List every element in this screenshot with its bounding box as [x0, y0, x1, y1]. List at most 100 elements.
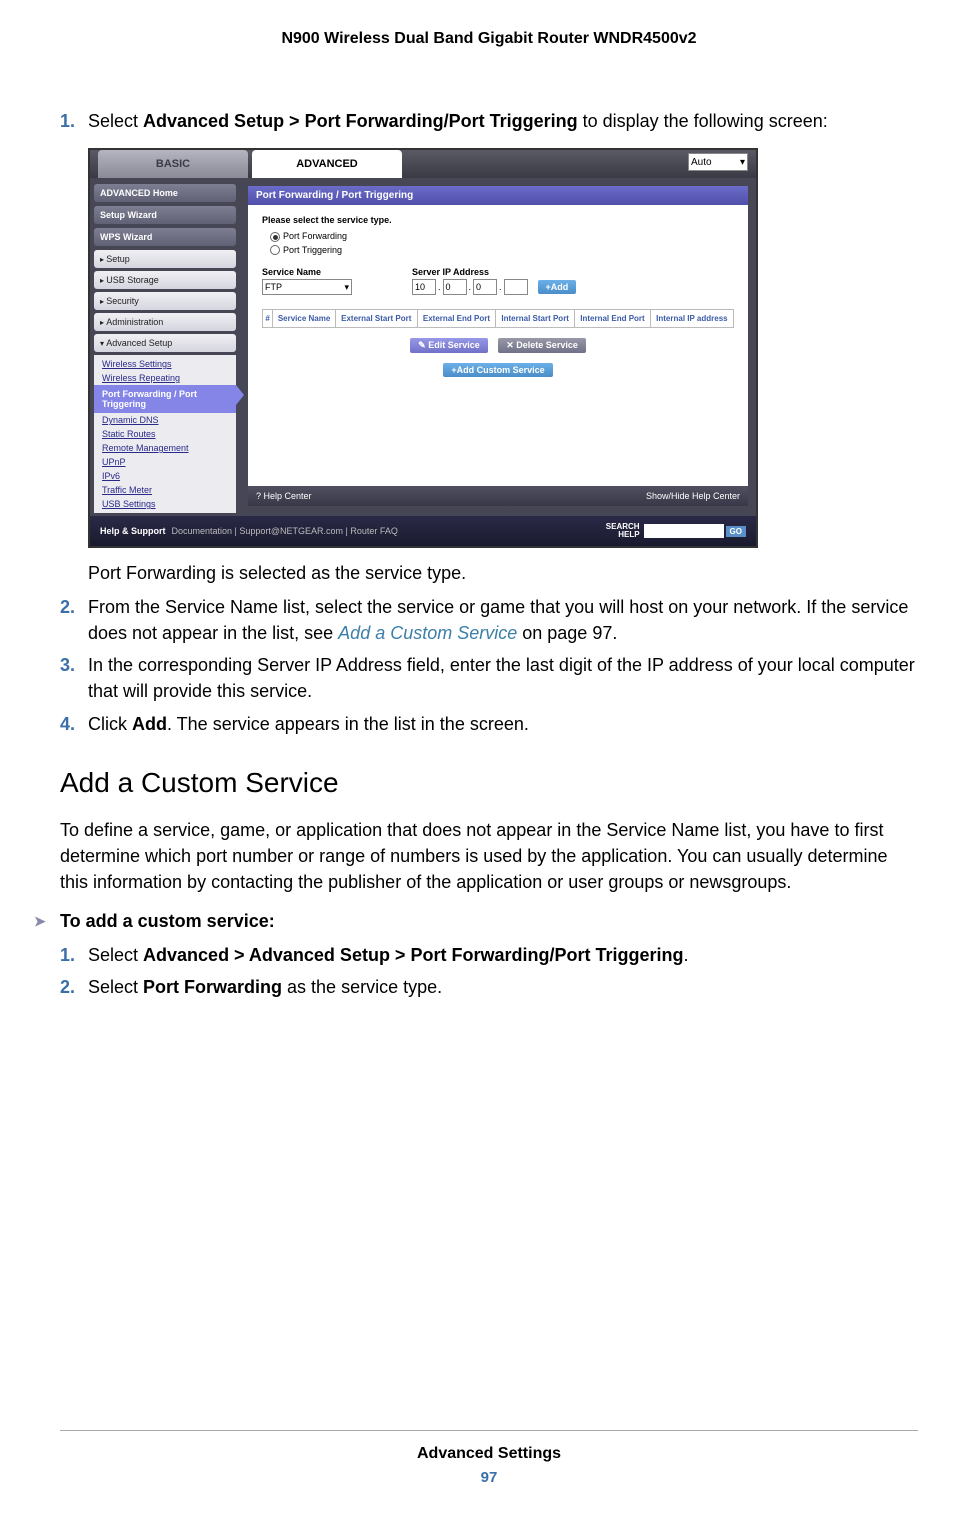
radio-icon [270, 245, 280, 255]
sidebar: ADVANCED Home Setup Wizard WPS Wizard Se… [90, 178, 240, 546]
section-step-1-pre: Select [88, 945, 143, 965]
sidebar-setup[interactable]: Setup [94, 250, 236, 268]
sub-wireless-repeating[interactable]: Wireless Repeating [94, 371, 236, 385]
footer-links[interactable]: Documentation | Support@NETGEAR.com | Ro… [172, 526, 398, 536]
ip-octet-2[interactable]: 0 [443, 279, 467, 295]
chevron-down-icon: ▾ [344, 282, 349, 293]
sidebar-home[interactable]: ADVANCED Home [94, 184, 236, 202]
service-name-label: Service Name [262, 267, 352, 277]
select-value: FTP [265, 282, 282, 292]
col-num: # [263, 310, 273, 328]
sidebar-sublist: Wireless Settings Wireless Repeating Por… [94, 355, 236, 513]
radio-port-triggering[interactable]: Port Triggering [270, 245, 734, 256]
sub-dynamic-dns[interactable]: Dynamic DNS [94, 413, 236, 427]
sidebar-adv-setup[interactable]: Advanced Setup [94, 334, 236, 352]
panel-title: Port Forwarding / Port Triggering [248, 186, 748, 205]
section-intro: To define a service, game, or applicatio… [60, 817, 918, 895]
section-step-2-bold: Port Forwarding [143, 977, 282, 997]
sub-upnp[interactable]: UPnP [94, 455, 236, 469]
router-footer: Help & Support Documentation | Support@N… [90, 516, 756, 546]
running-header: N900 Wireless Dual Band Gigabit Router W… [0, 0, 978, 48]
step-num-1: 1. [60, 108, 75, 134]
ip-octet-1[interactable]: 10 [412, 279, 436, 295]
sidebar-security[interactable]: Security [94, 292, 236, 310]
section-step-1: 1. Select Advanced > Advanced Setup > Po… [88, 942, 918, 968]
col-int-start: Internal Start Port [496, 310, 575, 328]
step-3-text: In the corresponding Server IP Address f… [88, 655, 915, 701]
sidebar-usb[interactable]: USB Storage [94, 271, 236, 289]
sidebar-wps-wizard[interactable]: WPS Wizard [94, 228, 236, 246]
sub-usb-settings[interactable]: USB Settings [94, 497, 236, 511]
col-service-name: Service Name [273, 310, 336, 328]
sub-static-routes[interactable]: Static Routes [94, 427, 236, 441]
task-label: To add a custom service: [60, 911, 275, 931]
chevron-icon: ➤ [34, 913, 46, 930]
sub-ipv6[interactable]: IPv6 [94, 469, 236, 483]
tab-advanced[interactable]: ADVANCED [252, 150, 402, 178]
delete-service-button[interactable]: ✕ Delete Service [498, 338, 586, 353]
step-3: 3. In the corresponding Server IP Addres… [88, 652, 918, 704]
go-button[interactable]: GO [726, 526, 746, 537]
step-num-3: 3. [60, 652, 75, 678]
section-step-num-1: 1. [60, 942, 75, 968]
router-screenshot: BASIC ADVANCED Auto▾ ADVANCED Home Setup… [88, 148, 918, 548]
add-custom-button[interactable]: +Add Custom Service [443, 363, 552, 377]
section-heading: Add a Custom Service [60, 767, 918, 799]
step-1-followup: Port Forwarding is selected as the servi… [88, 560, 918, 586]
section-step-1-bold: Advanced > Advanced Setup > Port Forward… [143, 945, 683, 965]
forwarding-table: # Service Name External Start Port Exter… [262, 309, 734, 328]
step-num-2: 2. [60, 594, 75, 620]
help-support-label: Help & Support [100, 526, 166, 536]
step-4-pre: Click [88, 714, 132, 734]
chevron-down-icon: ▾ [740, 157, 745, 168]
help-bar: ? Help Center Show/Hide Help Center [248, 486, 748, 506]
auto-select[interactable]: Auto▾ [688, 153, 748, 171]
radio-icon [270, 232, 280, 242]
task-heading: ➤ To add a custom service: [60, 911, 918, 932]
step-1-post: to display the following screen: [578, 111, 828, 131]
step-1-bold: Advanced Setup > Port Forwarding/Port Tr… [143, 111, 578, 131]
sub-traffic-meter[interactable]: Traffic Meter [94, 483, 236, 497]
section-step-2-post: as the service type. [282, 977, 442, 997]
edit-service-button[interactable]: ✎ Edit Service [410, 338, 488, 353]
sub-port-forwarding[interactable]: Port Forwarding / Port Triggering [94, 385, 236, 413]
step-4-bold: Add [132, 714, 167, 734]
ip-octet-3[interactable]: 0 [473, 279, 497, 295]
radio-label-1: Port Forwarding [283, 231, 347, 241]
step-4-post: . The service appears in the list in the… [167, 714, 529, 734]
main-panel: Port Forwarding / Port Triggering Please… [248, 186, 748, 506]
service-name-select[interactable]: FTP ▾ [262, 279, 352, 295]
sidebar-admin[interactable]: Administration [94, 313, 236, 331]
col-ext-start: External Start Port [335, 310, 417, 328]
step-1-pre: Select [88, 111, 143, 131]
sub-wireless-settings[interactable]: Wireless Settings [94, 357, 236, 371]
help-center-link[interactable]: ? Help Center [256, 491, 312, 501]
tab-basic[interactable]: BASIC [98, 150, 248, 178]
step-1: 1. Select Advanced Setup > Port Forwardi… [88, 108, 918, 134]
search-help-label: SEARCHHELP [606, 523, 640, 539]
sidebar-setup-wizard[interactable]: Setup Wizard [94, 206, 236, 224]
step-2-post: on page 97. [517, 623, 617, 643]
footer-section: Advanced Settings [0, 1445, 978, 1463]
page-number: 97 [0, 1469, 978, 1486]
radio-label-2: Port Triggering [283, 245, 342, 255]
search-input[interactable] [644, 524, 724, 538]
section-step-1-post: . [683, 945, 688, 965]
section-step-2: 2. Select Port Forwarding as the service… [88, 974, 918, 1000]
sub-remote-mgmt[interactable]: Remote Management [94, 441, 236, 455]
prompt-label: Please select the service type. [262, 215, 734, 225]
step-num-4: 4. [60, 711, 75, 737]
server-ip-label: Server IP Address [412, 267, 576, 277]
section-step-2-pre: Select [88, 977, 143, 997]
section-step-num-2: 2. [60, 974, 75, 1000]
ip-octet-4[interactable] [504, 279, 528, 295]
add-button[interactable]: +Add [538, 280, 577, 294]
col-int-ip: Internal IP address [650, 310, 733, 328]
show-hide-help[interactable]: Show/Hide Help Center [646, 491, 740, 501]
radio-port-forwarding[interactable]: Port Forwarding [270, 231, 734, 242]
router-topbar: BASIC ADVANCED Auto▾ [90, 150, 756, 178]
step-2-link[interactable]: Add a Custom Service [338, 623, 517, 643]
col-ext-end: External End Port [417, 310, 495, 328]
step-4: 4. Click Add. The service appears in the… [88, 711, 918, 737]
step-2: 2. From the Service Name list, select th… [88, 594, 918, 646]
